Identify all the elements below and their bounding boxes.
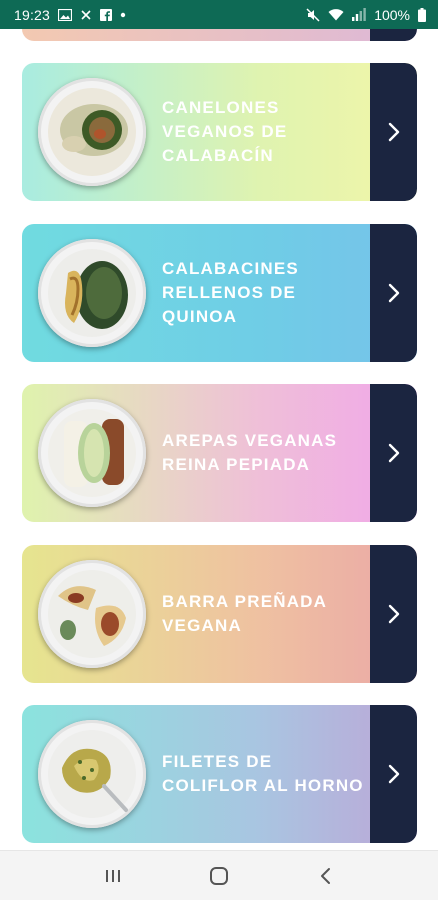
recipe-card[interactable]: CANELONES VEGANOS DE CALABACÍN: [22, 63, 417, 201]
recipe-title[interactable]: CANELONES VEGANOS DE CALABACÍN: [162, 96, 372, 168]
back-button[interactable]: [305, 856, 345, 896]
recipe-card[interactable]: AREPAS VEGANAS REINA PEPIADA: [22, 384, 417, 522]
chevron-right-icon: [388, 764, 399, 784]
recipe-list[interactable]: CANELONES VEGANOS DE CALABACÍN CALABACIN…: [0, 29, 438, 850]
wifi-icon: [328, 8, 344, 21]
status-time: 19:23: [14, 6, 51, 23]
recipe-title[interactable]: FILETES DE COLIFLOR AL HORNO: [162, 750, 372, 798]
home-icon: [210, 866, 228, 885]
back-icon: [321, 867, 330, 884]
battery-percentage: 100%: [374, 6, 410, 23]
chevron-right-icon: [388, 604, 399, 624]
card-arrow-panel[interactable]: [370, 384, 417, 522]
facebook-icon: [100, 8, 113, 21]
chevron-right-icon: [388, 443, 399, 463]
dot-icon: [120, 12, 126, 18]
card-arrow-panel[interactable]: [370, 63, 417, 201]
recipe-card-partial[interactable]: [22, 29, 417, 41]
recipe-photo: [38, 239, 146, 347]
recipe-photo: [38, 78, 146, 186]
system-nav-bar: [0, 850, 438, 900]
status-bar: 19:23 100%: [0, 0, 438, 29]
recipe-title[interactable]: AREPAS VEGANAS REINA PEPIADA: [162, 429, 372, 477]
recents-button[interactable]: [93, 856, 133, 896]
recipe-photo: [38, 399, 146, 507]
recipe-title[interactable]: CALABACINES RELLENOS DE QUINOA: [162, 257, 372, 329]
missed-call-icon: [80, 9, 92, 21]
recipe-photo: [38, 560, 146, 668]
status-right: 100%: [306, 7, 426, 23]
card-arrow-panel[interactable]: [370, 29, 417, 41]
recipe-title[interactable]: BARRA PREÑADA VEGANA: [162, 590, 372, 638]
card-arrow-panel[interactable]: [370, 224, 417, 362]
recipe-card[interactable]: FILETES DE COLIFLOR AL HORNO: [22, 705, 417, 843]
mute-icon: [306, 7, 320, 22]
recents-icon: [106, 869, 120, 882]
chevron-right-icon: [388, 122, 399, 142]
recipe-photo: [38, 720, 146, 828]
battery-icon: [418, 7, 426, 22]
card-arrow-panel[interactable]: [370, 545, 417, 683]
recipe-card[interactable]: CALABACINES RELLENOS DE QUINOA: [22, 224, 417, 362]
recipe-card[interactable]: BARRA PREÑADA VEGANA: [22, 545, 417, 683]
status-left: 19:23: [14, 7, 126, 23]
card-arrow-panel[interactable]: [370, 705, 417, 843]
chevron-right-icon: [388, 283, 399, 303]
gallery-icon: [58, 8, 73, 21]
signal-icon: [352, 8, 366, 21]
home-button[interactable]: [199, 856, 239, 896]
